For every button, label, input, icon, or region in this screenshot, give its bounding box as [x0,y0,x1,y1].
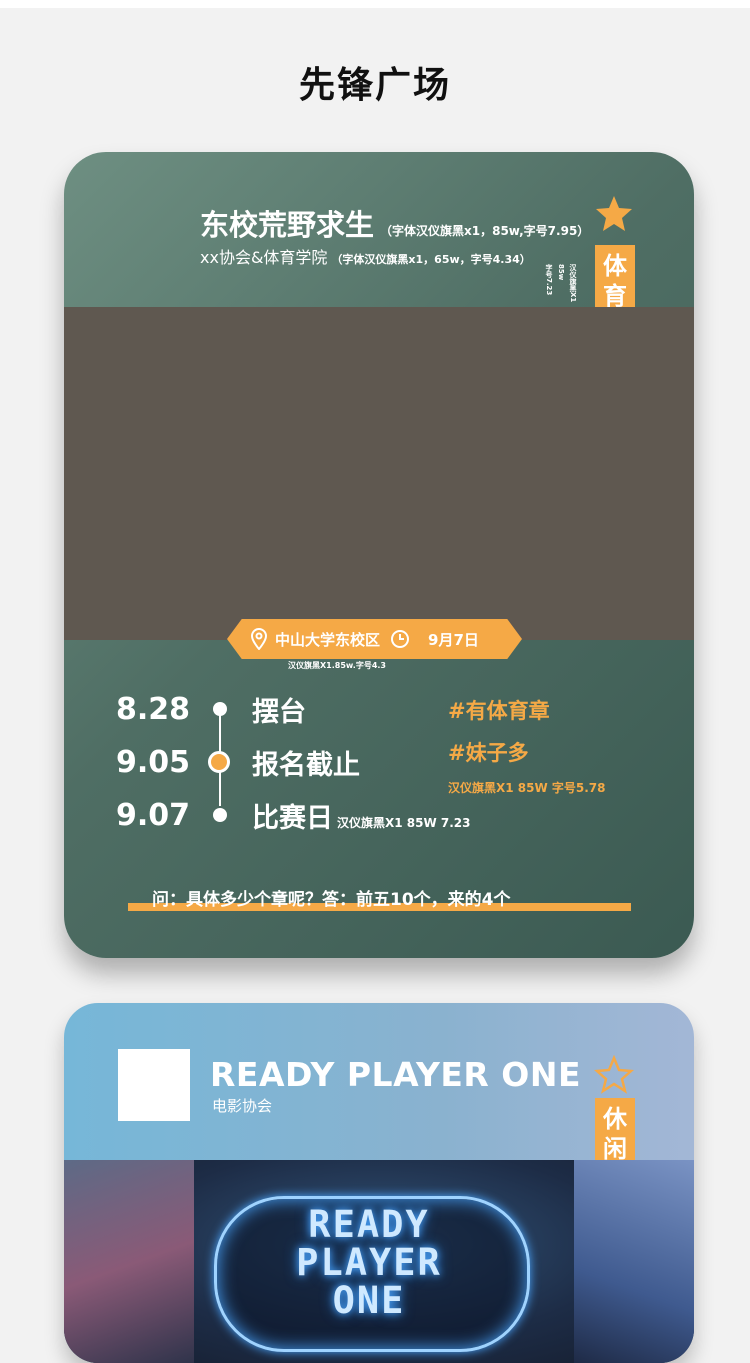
clock-icon [391,630,410,648]
timeline-date: 8.28 [116,691,191,727]
timeline-dot [213,808,227,822]
star-filled-icon[interactable] [594,194,634,234]
event-organizer-font-note: （字体汉仪旗黑x1，65w，字号4.34） [331,253,531,266]
event-card-wilderness[interactable]: 东校荒野求生 （字体汉仪旗黑x1，85w,字号7.95） xx协会&体育学院 （字体… [64,152,694,958]
event-organizer: xx协会&体育学院 （字体汉仪旗黑x1，65w，字号4.34） [200,244,531,268]
timeline-event-text: 摆台 [252,696,306,728]
page-title: 先锋广场 [298,65,451,106]
poster-logo-line: READY [308,1203,430,1246]
event-location: 中山大学东校区 [275,630,381,649]
location-font-note: 汉仪旗黑X1.85w.字号4.3 [288,661,386,670]
tag-char-1: 休 [603,1105,627,1133]
movie-poster: READY PLAYER ONE [64,1160,694,1363]
club-logo-placeholder [118,1049,190,1121]
event-title-font-note: （字体汉仪旗黑x1，85w,字号7.95） [380,224,590,238]
poster-left-art [64,1160,194,1363]
timeline-date: 9.05 [116,744,191,780]
event-date: 9月7日 [428,630,479,649]
poster-logo-line: PLAYER [296,1241,442,1284]
location-date-ribbon: 中山大学东校区 9月7日 [227,619,522,659]
timeline-date: 9.07 [116,797,191,833]
timeline-item: 9.07 比赛日 汉仪旗黑X1 85W 7.23 [116,795,471,835]
poster-logo: READY PLAYER ONE [214,1206,524,1320]
event-title: 东校荒野求生 （字体汉仪旗黑x1，85w,字号7.95） [200,202,589,244]
vertical-font-notes: 汉仪旗黑X1 85w 字号7.23 [534,264,578,308]
timeline-event: 比赛日 汉仪旗黑X1 85W 7.23 [252,796,471,835]
qa-text: 问：具体多少个章呢？答：前五10个，来的4个 [152,890,511,910]
location-pin-icon [250,628,268,650]
event-card-ready-player-one[interactable]: READY PLAYER ONE 电影协会 休 闲 READY PLAYER O… [64,1003,694,1363]
timeline-dot [213,702,227,716]
hashtag-sports-stamp[interactable]: #有体育章 [448,695,550,725]
timeline-event-text: 比赛日 [252,802,333,834]
event-organizer-text: xx协会&体育学院 [200,248,328,267]
vertical-note-weight: 85w [557,264,565,281]
event-photo-placeholder [64,307,694,640]
status-strip [0,0,750,8]
timeline-event-text: 报名截止 [252,749,360,781]
star-outline-icon[interactable] [594,1055,634,1095]
timeline-dot-active [208,751,230,773]
timeline-item: 8.28 摆台 [116,689,306,729]
timeline-item: 9.05 报名截止 [116,742,360,782]
hashtag-many-girls[interactable]: #妹子多 [448,737,529,767]
vertical-note-font: 汉仪旗黑X1 [569,264,577,303]
poster-right-art [574,1160,694,1363]
hashtag-font-note: 汉仪旗黑X1 85W 字号5.78 [448,781,606,795]
poster-logo-line: ONE [332,1279,406,1322]
event-title-text: 东校荒野求生 [200,208,375,242]
timeline-event: 摆台 [252,690,306,729]
timeline-event: 报名截止 [252,743,360,782]
timeline-font-note: 汉仪旗黑X1 85W 7.23 [337,815,471,830]
tag-char-1: 体 [603,252,627,280]
event-organizer: 电影协会 [212,1097,273,1115]
vertical-note-size: 字号7.23 [545,264,553,296]
event-title: READY PLAYER ONE [210,1055,582,1094]
